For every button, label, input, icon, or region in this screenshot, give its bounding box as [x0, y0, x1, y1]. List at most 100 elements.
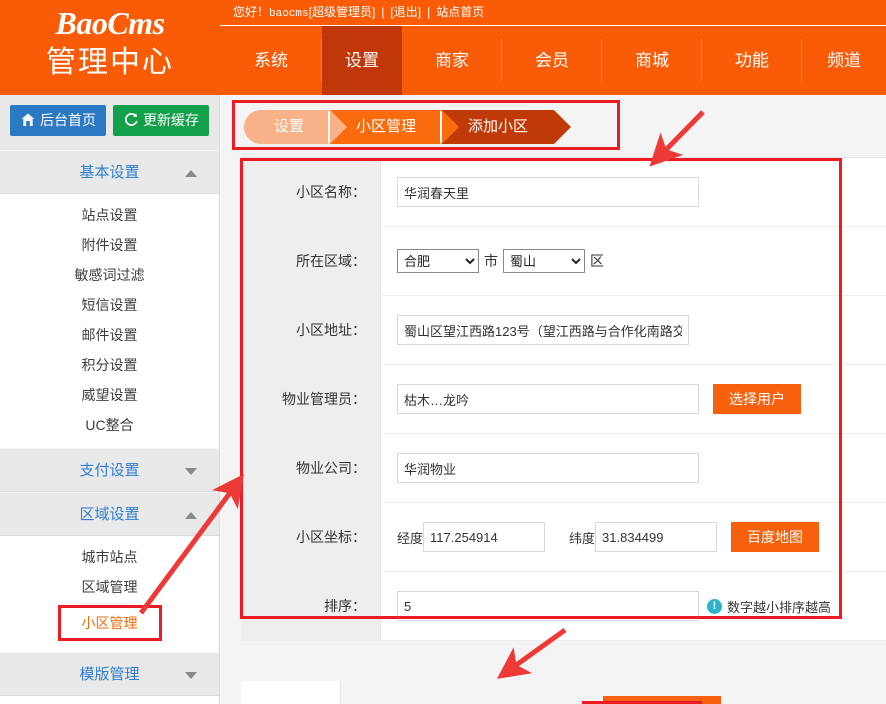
community-address-input[interactable] [397, 315, 689, 345]
breadcrumb-label: 小区管理 [356, 118, 417, 135]
city-select[interactable]: 合肥 [397, 249, 479, 273]
breadcrumb-arrow [554, 110, 572, 144]
sidebar-item-region-management[interactable]: 区域管理 [0, 572, 219, 602]
nav-item-mall[interactable]: 商城 [602, 26, 702, 95]
user-topbar: 您好！baocms[超级管理员] | [退出] | 站点首页 [220, 0, 886, 25]
property-company-input[interactable] [397, 453, 699, 483]
sidebar-group-region-settings[interactable]: 区域设置 [0, 492, 219, 536]
main-content: 设置 小区管理 添加小区 小区名称： 华润春天里 所在区域： 合肥 市 蜀山 区… [221, 95, 886, 704]
sidebar-sublist-basic: 站点设置 附件设置 敏感词过滤 短信设置 邮件设置 积分设置 威望设置 UC整合 [0, 194, 219, 448]
district-unit-label: 区 [590, 253, 604, 269]
sidebar-group-basic-settings[interactable]: 基本设置 [0, 150, 219, 194]
sidebar-group-template-management[interactable]: 模版管理 [0, 652, 219, 696]
sidebar-sublist-region: 城市站点 区域管理 小区管理 [0, 536, 219, 652]
field-control: 选择用户 [381, 365, 886, 433]
sidebar-item-attachment-settings[interactable]: 附件设置 [0, 230, 219, 260]
sidebar-actions: 后台首页 更新缓存 [0, 95, 219, 150]
nav-item-channel[interactable]: 频道 [802, 26, 886, 95]
sidebar-item-prestige-settings[interactable]: 威望设置 [0, 380, 219, 410]
update-cache-button[interactable]: 更新缓存 [113, 105, 209, 136]
field-label: 排序： [241, 572, 381, 640]
sidebar-group-payment-settings[interactable]: 支付设置 [0, 448, 219, 492]
select-user-button[interactable]: 选择用户 [713, 384, 801, 414]
site-home-link[interactable]: 站点首页 [436, 5, 484, 19]
field-control [381, 296, 886, 364]
sidebar-group-label: 支付设置 [79, 462, 140, 479]
update-cache-label: 更新缓存 [143, 112, 199, 128]
breadcrumb-label: 设置 [274, 118, 305, 135]
field-control: 经度 纬度 百度地图 [381, 503, 886, 571]
longitude-input[interactable] [423, 522, 546, 552]
sort-hint: ! 数字越小排序越高 [707, 597, 831, 616]
submit-row-spacer [241, 681, 341, 704]
chevron-down-icon [185, 672, 197, 679]
main-nav: 系统 设置 商家 会员 商城 功能 频道 [220, 25, 886, 95]
district-select[interactable]: 蜀山 [503, 249, 585, 273]
sidebar-item-city-site[interactable]: 城市站点 [0, 542, 219, 572]
sidebar-item-sensitive-word-filter[interactable]: 敏感词过滤 [0, 260, 219, 290]
field-label: 物业公司： [241, 434, 381, 502]
backend-home-button[interactable]: 后台首页 [10, 105, 106, 136]
home-icon [20, 108, 36, 139]
nav-item-member[interactable]: 会员 [502, 26, 602, 95]
refresh-icon [123, 108, 139, 139]
add-community-form: 小区名称： 所在区域： 合肥 市 蜀山 区 [241, 157, 886, 641]
chevron-up-icon [185, 512, 197, 519]
nav-item-function[interactable]: 功能 [702, 26, 802, 95]
brand-subtitle: 管理中心 [46, 46, 174, 79]
sidebar-item-uc-integration[interactable]: UC整合 [0, 410, 219, 440]
field-control: ! 数字越小排序越高 [381, 572, 886, 640]
greeting-text: 您好！ [233, 5, 270, 19]
form-row-coordinates: 小区坐标： 经度 纬度 百度地图 [241, 503, 886, 572]
nav-item-merchant[interactable]: 商家 [402, 26, 502, 95]
breadcrumb-arrow [330, 110, 348, 144]
confirm-add-button[interactable]: 确认添加 [603, 696, 721, 704]
topbar-sep-1: | [381, 5, 385, 19]
city-unit-label: 市 [484, 253, 498, 269]
sidebar-group-label: 区域设置 [79, 506, 140, 523]
form-row-property-manager: 物业管理员： 选择用户 [241, 365, 886, 434]
property-manager-input[interactable] [397, 384, 699, 414]
logout-link[interactable]: [退出] [390, 5, 421, 19]
field-control [381, 434, 886, 502]
role-text: [超级管理员] [308, 5, 376, 19]
sort-order-input[interactable] [397, 591, 699, 621]
chevron-up-icon [185, 170, 197, 177]
field-control [381, 158, 886, 226]
community-name-input[interactable] [397, 177, 699, 207]
logo-block: BaoCms 管理中心 [0, 0, 220, 95]
form-row-sort-order: 排序： ! 数字越小排序越高 [241, 572, 886, 641]
field-label: 所在区域： [241, 227, 381, 295]
breadcrumb-label: 添加小区 [468, 118, 529, 135]
nav-item-system[interactable]: 系统 [220, 26, 322, 95]
baidu-map-button[interactable]: 百度地图 [731, 522, 820, 552]
topbar-sep-2: | [427, 5, 431, 19]
sort-hint-text: 数字越小排序越高 [727, 599, 832, 615]
chevron-down-icon [185, 468, 197, 475]
sidebar-group-label: 模版管理 [79, 666, 140, 683]
form-row-region: 所在区域： 合肥 市 蜀山 区 [241, 227, 886, 296]
sidebar-item-sms-settings[interactable]: 短信设置 [0, 290, 219, 320]
longitude-label: 经度 [397, 530, 424, 546]
latitude-input[interactable] [595, 522, 718, 552]
breadcrumb: 设置 小区管理 添加小区 [244, 110, 572, 144]
field-control: 合肥 市 蜀山 区 [381, 227, 886, 295]
app-header: BaoCms 管理中心 您好！baocms[超级管理员] | [退出] | 站点首页 系… [0, 0, 886, 95]
sidebar: 后台首页 更新缓存 基本设置 站点设置 附件设置 敏感词过滤 短信设置 邮件设置… [0, 95, 220, 704]
breadcrumb-arrow [442, 110, 460, 144]
breadcrumb-wrap: 设置 小区管理 添加小区 [231, 100, 876, 155]
field-label: 小区名称： [241, 158, 381, 226]
breadcrumb-item-settings[interactable]: 设置 [244, 110, 348, 144]
backend-home-label: 后台首页 [40, 112, 96, 128]
field-label: 小区坐标： [241, 503, 381, 571]
admin-page: BaoCms 管理中心 您好！baocms[超级管理员] | [退出] | 站点首页 系… [0, 0, 886, 704]
latitude-label: 纬度 [569, 530, 596, 546]
sidebar-group-label: 基本设置 [79, 164, 140, 181]
nav-item-settings[interactable]: 设置 [322, 26, 402, 95]
sidebar-item-points-settings[interactable]: 积分设置 [0, 350, 219, 380]
form-row-address: 小区地址： [241, 296, 886, 365]
sidebar-item-community-management[interactable]: 小区管理 [57, 605, 162, 641]
sidebar-item-site-settings[interactable]: 站点设置 [0, 200, 219, 230]
form-row-community-name: 小区名称： [241, 158, 886, 227]
sidebar-item-email-settings[interactable]: 邮件设置 [0, 320, 219, 350]
